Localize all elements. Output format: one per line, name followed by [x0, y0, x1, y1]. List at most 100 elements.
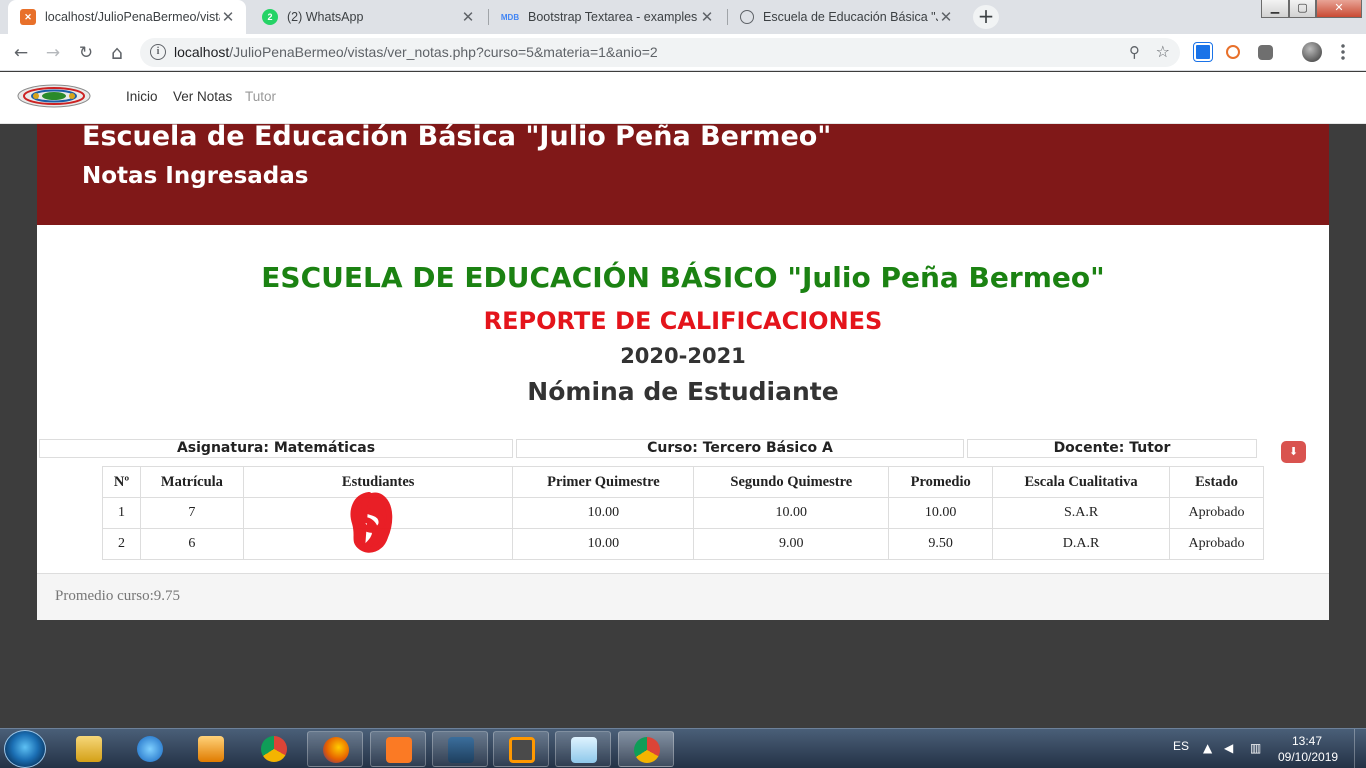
clock-date[interactable]: 09/10/2019 [1278, 750, 1338, 764]
show-desktop-button[interactable] [1354, 729, 1366, 768]
taskbar-explorer[interactable] [61, 731, 117, 767]
teacher-label: Docente: Tutor [967, 439, 1257, 458]
close-tab-icon[interactable]: ✕ [220, 8, 236, 26]
cell-second-term: 9.00 [693, 528, 890, 560]
taskbar-chrome-active[interactable] [618, 731, 674, 767]
tab-title: Bootstrap Textarea - examples & [528, 10, 699, 24]
windows-start-icon[interactable] [4, 730, 46, 768]
cell-enrollment: 6 [139, 528, 244, 560]
close-window-button[interactable]: ✕ [1316, 0, 1362, 18]
url-host: localhost [174, 44, 230, 60]
address-bar[interactable]: i localhost/JulioPenaBermeo/vistas/ver_n… [140, 38, 1180, 67]
table-row: 1 7 10.00 10.00 10.00 S.A.R Aprobado [102, 497, 1264, 529]
grades-table: Nº Matrícula Estudiantes Primer Quimestr… [102, 466, 1264, 560]
firefox-icon [323, 737, 349, 763]
network-icon[interactable]: ▥ [1250, 741, 1261, 755]
whatsapp-icon: 2 [262, 9, 278, 25]
reload-icon[interactable]: ↻ [73, 40, 99, 66]
taskbar-sublime-text[interactable] [493, 731, 549, 767]
col-header-second-term: Segundo Quimestre [693, 466, 890, 498]
col-header-qualitative-scale: Escala Cualitativa [992, 466, 1171, 498]
cell-number: 2 [102, 528, 141, 560]
back-icon[interactable]: ← [8, 40, 34, 66]
mdb-icon: MDB [500, 12, 520, 22]
language-indicator[interactable]: ES [1173, 739, 1189, 753]
bookmark-star-icon[interactable]: ☆ [1156, 42, 1170, 61]
menu-kebab-icon[interactable] [1340, 43, 1346, 61]
search-extension-icon[interactable] [1226, 45, 1240, 59]
close-tab-icon[interactable]: ✕ [699, 8, 715, 26]
site-navbar: Inicio Ver Notas Tutor [0, 72, 1366, 124]
cell-first-term: 10.00 [512, 497, 695, 529]
volume-icon[interactable]: ◀ [1224, 741, 1233, 755]
extension-icon[interactable] [1193, 42, 1213, 62]
download-button[interactable]: ⬇ [1281, 441, 1306, 463]
zoom-icon[interactable]: ⚲ [1129, 43, 1140, 61]
show-hidden-icons-icon[interactable]: ▲ [1203, 741, 1212, 755]
close-tab-icon[interactable]: ✕ [938, 8, 954, 26]
school-logo-icon[interactable] [16, 82, 92, 110]
roster-title: Nómina de Estudiante [527, 377, 839, 406]
tab-whatsapp[interactable]: 2 (2) WhatsApp ✕ [250, 0, 486, 34]
site-info-icon[interactable]: i [150, 44, 166, 60]
close-tab-icon[interactable]: ✕ [460, 8, 476, 26]
course-average: Promedio curso:9.75 [55, 588, 180, 604]
cell-first-term: 10.00 [512, 528, 695, 560]
url-text[interactable]: localhost/JulioPenaBermeo/vistas/ver_not… [174, 44, 658, 60]
hero-banner: Escuela de Educación Básica "Julio Peña … [37, 121, 1329, 225]
taskbar-xampp[interactable] [370, 731, 426, 767]
taskbar-firefox[interactable] [307, 731, 363, 767]
hero-subtitle: Notas Ingresadas [82, 163, 309, 189]
cell-qualitative-scale: D.A.R [992, 528, 1171, 560]
taskbar-mysql-workbench[interactable] [432, 731, 488, 767]
clock-time[interactable]: 13:47 [1282, 734, 1332, 748]
cell-qualitative-scale: S.A.R [992, 497, 1171, 529]
table-row: 2 6 10.00 9.00 9.50 D.A.R Aprobado [102, 528, 1264, 560]
windows-explorer-icon [76, 736, 102, 762]
tab-title: (2) WhatsApp [287, 10, 364, 24]
xampp-icon [386, 737, 412, 763]
media-player-icon [198, 736, 224, 762]
subject-label: Asignatura: Matemáticas [39, 439, 513, 458]
col-header-average: Promedio [888, 466, 994, 498]
tab-escuela[interactable]: Escuela de Educación Básica "Julio ✕ [728, 0, 964, 34]
taskbar-media-player[interactable] [183, 731, 239, 767]
report-title: REPORTE DE CALIFICACIONES [483, 307, 883, 335]
nav-tutor[interactable]: Tutor [245, 89, 276, 104]
globe-icon [740, 10, 754, 24]
taskbar-internet-explorer[interactable] [122, 731, 178, 767]
chrome-active-icon [634, 737, 660, 763]
col-header-status: Estado [1169, 466, 1264, 498]
cell-average: 10.00 [888, 497, 994, 529]
notepad-icon [571, 737, 597, 763]
cell-second-term: 10.00 [693, 497, 890, 529]
tab-title: Escuela de Educación Básica "Julio [763, 10, 938, 24]
school-year: 2020-2021 [620, 344, 746, 368]
shield-extension-icon[interactable] [1258, 45, 1273, 60]
new-tab-button[interactable]: + [973, 5, 999, 29]
nav-inicio[interactable]: Inicio [126, 89, 158, 104]
taskbar-notepad[interactable] [555, 731, 611, 767]
col-header-first-term: Primer Quimestre [512, 466, 695, 498]
table-header-row: Nº Matrícula Estudiantes Primer Quimestr… [102, 466, 1264, 498]
sublime-text-icon [509, 737, 535, 763]
cell-average: 9.50 [888, 528, 994, 560]
hero-title: Escuela de Educación Básica "Julio Peña … [82, 121, 832, 152]
profile-avatar[interactable] [1302, 42, 1322, 62]
col-header-enrollment: Matrícula [139, 466, 244, 498]
col-header-number: Nº [102, 466, 141, 498]
card-footer: Promedio curso:9.75 [37, 573, 1329, 620]
taskbar-chrome[interactable] [246, 731, 302, 767]
tab-ver-notas[interactable]: ✕ localhost/JulioPenaBermeo/vista ✕ [8, 0, 246, 34]
nav-ver-notas[interactable]: Ver Notas [173, 89, 232, 104]
home-icon[interactable]: ⌂ [104, 40, 130, 66]
maximize-button[interactable]: ▢ [1289, 0, 1316, 18]
internet-explorer-icon [137, 736, 163, 762]
browser-tab-strip: ✕ localhost/JulioPenaBermeo/vista ✕ 2 (2… [0, 0, 1366, 34]
chrome-icon [261, 736, 287, 762]
url-path: /JulioPenaBermeo/vistas/ver_notas.php?cu… [229, 44, 658, 60]
minimize-button[interactable]: ▁ [1261, 0, 1289, 18]
tab-bootstrap-textarea[interactable]: MDB Bootstrap Textarea - examples & ✕ [489, 0, 725, 34]
forward-icon[interactable]: → [40, 40, 66, 66]
cell-number: 1 [102, 497, 141, 529]
